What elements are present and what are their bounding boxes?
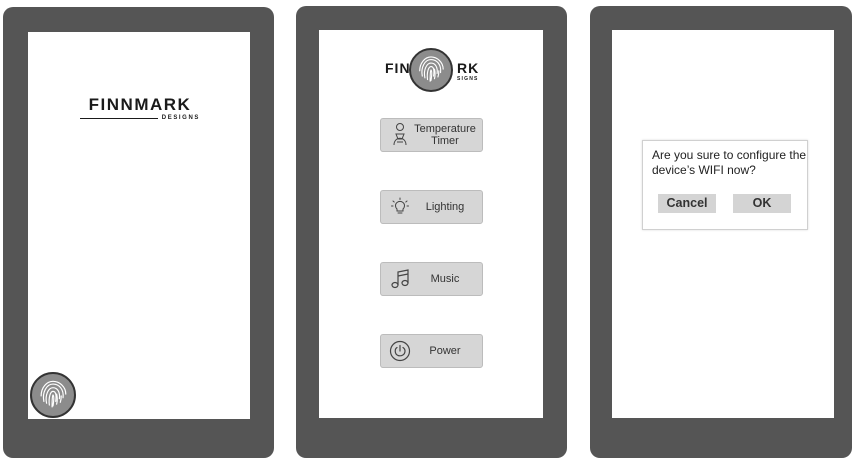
cancel-button[interactable]: Cancel: [658, 194, 716, 213]
logo-wordmark-right: RK: [457, 60, 480, 76]
logo-subtitle: DESIGNS: [161, 115, 200, 121]
device-frame-menu: FIN RK SIGNS Temperature Timer Lighting …: [296, 6, 567, 458]
temperature-timer-label: Temperature Timer: [412, 123, 482, 147]
device-frame-dialog: Are you sure to configure the device’s W…: [590, 6, 852, 458]
menu-screen: FIN RK SIGNS Temperature Timer Lighting …: [319, 30, 543, 418]
music-button[interactable]: Music: [380, 262, 483, 296]
lightbulb-icon: [388, 195, 412, 219]
power-label: Power: [429, 345, 461, 357]
logo-wordmark-left: FIN: [385, 60, 411, 76]
logo-subtitle: SIGNS: [457, 76, 479, 82]
music-label: Music: [430, 273, 460, 285]
fingerprint-button[interactable]: [30, 372, 76, 418]
logo-sub-row: DESIGNS: [80, 115, 200, 121]
lighting-label: Lighting: [425, 201, 465, 213]
temperature-timer-label-line1: Temperature: [414, 123, 476, 135]
splash-screen: FINNMARK DESIGNS: [28, 32, 250, 419]
logo-wordmark: FINNMARK: [88, 95, 192, 114]
wifi-confirm-dialog: Are you sure to configure the device’s W…: [642, 140, 808, 230]
dialog-message: Are you sure to configure the device’s W…: [652, 148, 807, 177]
power-button[interactable]: Power: [380, 334, 483, 368]
lighting-button[interactable]: Lighting: [380, 190, 483, 224]
brand-logo: FINNMARK DESIGNS: [80, 96, 200, 121]
power-icon: [388, 339, 412, 363]
fingerprint-icon: [419, 56, 444, 82]
music-note-icon: [388, 267, 412, 291]
ok-button[interactable]: OK: [733, 194, 791, 213]
device-frame-splash: FINNMARK DESIGNS: [3, 7, 274, 458]
fingerprint-icon: [40, 380, 67, 408]
temperature-timer-label-line2: Timer: [431, 135, 459, 147]
temperature-timer-button[interactable]: Temperature Timer: [380, 118, 483, 152]
logo-divider: [80, 117, 158, 119]
dialog-screen: Are you sure to configure the device’s W…: [612, 30, 834, 418]
thermometer-icon: [388, 123, 412, 147]
page: FINNMARK DESIGNS FIN RK SIGNS Temperatur…: [0, 0, 852, 458]
fingerprint-button[interactable]: [409, 48, 453, 92]
